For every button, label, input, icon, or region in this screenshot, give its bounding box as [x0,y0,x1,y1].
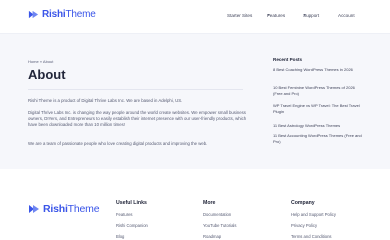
site-header: RishiTheme Starter Sites Features ▾ Suppo… [0,0,390,34]
footer-logo[interactable]: RishiTheme [28,203,100,215]
footer-link[interactable]: Rishi Companion [116,223,148,228]
nav-starter-sites[interactable]: Starter Sites [227,13,252,18]
logo-mark-icon [28,10,39,19]
recent-posts-title: Recent Posts [273,57,303,62]
breadcrumb: Home » About [28,59,53,64]
breadcrumb-separator: » [39,59,43,64]
chevron-down-icon: ▾ [304,13,306,17]
footer-column-title: More [203,200,216,206]
footer-link[interactable]: Features [116,212,133,217]
footer-link[interactable]: Documentation [203,212,231,217]
about-paragraph: We are a team of passionate people who l… [28,141,208,146]
footer-link[interactable]: Privacy Policy [291,223,317,228]
logo-text: RishiTheme [43,203,100,215]
chevron-down-icon: ▾ [268,13,270,17]
recent-post-link[interactable]: 11 Best Astrology WordPress Themes [273,123,365,129]
site-logo[interactable]: RishiTheme [28,9,96,20]
recent-post-link[interactable]: 11 Best Accounting WordPress Themes (Fre… [273,133,365,145]
nav-account[interactable]: Account [338,13,355,18]
recent-post-link[interactable]: WP Travel Engine vs WP Travel: The Best … [273,103,365,115]
logo-mark-icon [29,205,39,213]
footer-link[interactable]: Roadmap [203,234,221,239]
recent-post-link[interactable]: 8 Best Coaching WordPress Themes in 2026 [273,67,365,73]
page-title: About [28,67,66,82]
footer-link[interactable]: Blog [116,234,124,239]
footer-link[interactable]: YouTube Tutorials [203,223,236,228]
about-paragraph: Digital Thrive Labs Inc. is changing the… [28,110,247,128]
recent-post-link[interactable]: 10 Best Feminine WordPress Themes of 202… [273,85,365,97]
footer-link[interactable]: Help and Support Policy [291,212,336,217]
about-paragraph: Rishi Theme is a product of Digital Thri… [28,98,183,103]
footer-column-title: Company [291,200,315,206]
breadcrumb-home[interactable]: Home [28,59,39,64]
logo-text: RishiTheme [42,9,96,20]
footer-column-title: Useful Links [116,200,147,206]
breadcrumb-current: About [42,59,54,64]
footer-link[interactable]: Terms and Conditions [291,234,332,239]
title-divider [28,89,243,90]
